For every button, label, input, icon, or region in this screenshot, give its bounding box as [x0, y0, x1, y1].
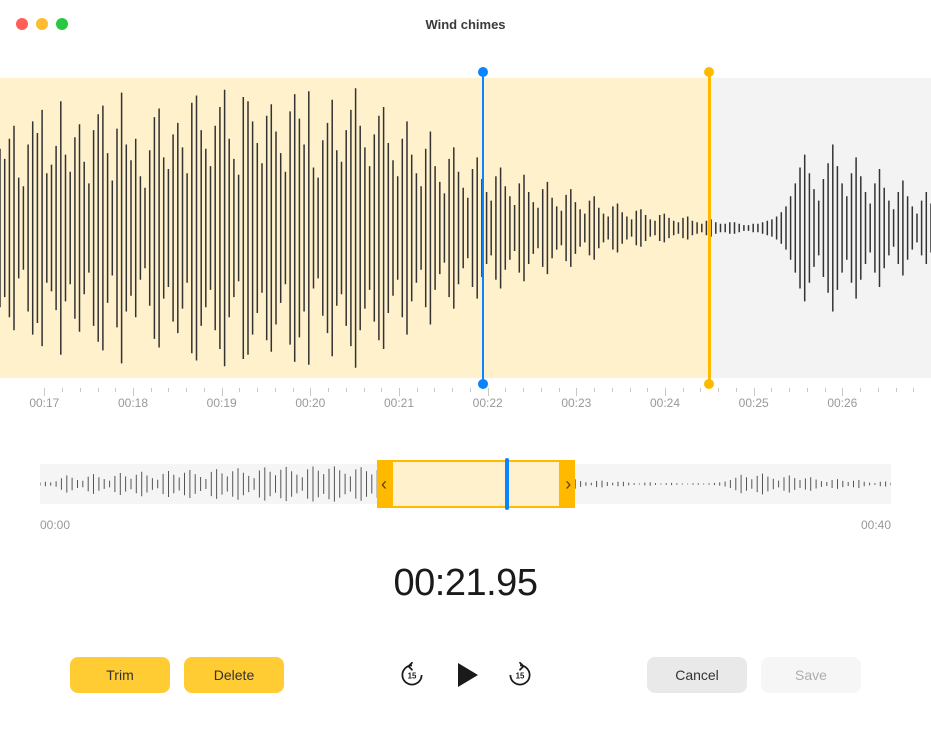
play-icon [448, 657, 484, 693]
ruler-tick [44, 388, 45, 396]
ruler-minor-tick [293, 388, 294, 392]
zoom-window-button[interactable] [56, 18, 68, 30]
ruler-label: 00:22 [473, 396, 503, 410]
trim-end-handle[interactable] [708, 72, 711, 384]
save-button[interactable]: Save [761, 657, 861, 693]
ruler-minor-tick [275, 388, 276, 392]
ruler-minor-tick [257, 388, 258, 392]
waveform-visualization [0, 78, 931, 378]
ruler-minor-tick [825, 388, 826, 392]
cancel-button[interactable]: Cancel [647, 657, 747, 693]
trim-button[interactable]: Trim [70, 657, 170, 693]
svg-text:15: 15 [515, 672, 524, 681]
ruler-tick [665, 388, 666, 396]
ruler-minor-tick [860, 388, 861, 392]
ruler-minor-tick [80, 388, 81, 392]
overview-playhead[interactable] [505, 458, 509, 510]
ruler-minor-tick [204, 388, 205, 392]
ruler-minor-tick [381, 388, 382, 392]
ruler-label: 00:17 [29, 396, 59, 410]
overview-selection-region[interactable] [391, 460, 561, 508]
ruler-minor-tick [434, 388, 435, 392]
overview-trim-start-handle[interactable]: ‹ [377, 460, 391, 508]
ruler-minor-tick [328, 388, 329, 392]
ruler-tick [133, 388, 134, 396]
ruler-label: 00:20 [295, 396, 325, 410]
ruler-minor-tick [630, 388, 631, 392]
ruler-label: 00:24 [650, 396, 680, 410]
ruler-minor-tick [346, 388, 347, 392]
ruler-minor-tick [452, 388, 453, 392]
ruler-label: 00:18 [118, 396, 148, 410]
overview-end-time: 00:40 [861, 518, 891, 532]
overview-time-labels: 00:00 00:40 [40, 518, 891, 532]
ruler-minor-tick [771, 388, 772, 392]
time-ruler: 00:17 00:18 00:19 00:20 00:21 00:22 00:23 00:24… [0, 384, 931, 424]
ruler-minor-tick [98, 388, 99, 392]
ruler-label: 00:19 [207, 396, 237, 410]
ruler-minor-tick [186, 388, 187, 392]
ruler-tick [488, 388, 489, 396]
close-window-button[interactable] [16, 18, 28, 30]
ruler-minor-tick [364, 388, 365, 392]
ruler-minor-tick [700, 388, 701, 392]
skip-back-15-icon: 15 [398, 661, 426, 689]
ruler-minor-tick [559, 388, 560, 392]
window-controls [16, 18, 68, 30]
overview-waveform[interactable]: ‹ › [40, 454, 891, 514]
ruler-minor-tick [505, 388, 506, 392]
ruler-minor-tick [523, 388, 524, 392]
ruler-minor-tick [683, 388, 684, 392]
ruler-tick [754, 388, 755, 396]
ruler-minor-tick [115, 388, 116, 392]
ruler-minor-tick [789, 388, 790, 392]
ruler-minor-tick [913, 388, 914, 392]
ruler-minor-tick [168, 388, 169, 392]
ruler-label: 00:23 [561, 396, 591, 410]
ruler-minor-tick [62, 388, 63, 392]
ruler-minor-tick [718, 388, 719, 392]
ruler-label: 00:25 [739, 396, 769, 410]
titlebar: Wind chimes [0, 0, 931, 48]
skip-forward-15-icon: 15 [506, 661, 534, 689]
ruler-minor-tick [807, 388, 808, 392]
controls-row: Trim Delete 15 15 [0, 655, 931, 695]
delete-button[interactable]: Delete [184, 657, 284, 693]
ruler-label: 00:21 [384, 396, 414, 410]
ruler-minor-tick [878, 388, 879, 392]
main-waveform[interactable] [0, 78, 931, 378]
skip-forward-15-button[interactable]: 15 [500, 655, 540, 695]
minimize-window-button[interactable] [36, 18, 48, 30]
ruler-minor-tick [239, 388, 240, 392]
ruler-label: 00:26 [827, 396, 857, 410]
ruler-minor-tick [594, 388, 595, 392]
ruler-minor-tick [541, 388, 542, 392]
ruler-tick [399, 388, 400, 396]
ruler-minor-tick [647, 388, 648, 392]
app-window: Wind chimes 00:1700:1800:1900:2000:2100:… [0, 0, 931, 745]
ruler-tick [842, 388, 843, 396]
play-button[interactable] [446, 655, 486, 695]
ruler-minor-tick [151, 388, 152, 392]
ruler-minor-tick [896, 388, 897, 392]
ruler-tick [576, 388, 577, 396]
ruler-minor-tick [612, 388, 613, 392]
skip-back-15-button[interactable]: 15 [392, 655, 432, 695]
window-title: Wind chimes [425, 17, 505, 32]
svg-text:15: 15 [407, 672, 416, 681]
ruler-minor-tick [417, 388, 418, 392]
ruler-minor-tick [470, 388, 471, 392]
ruler-tick [310, 388, 311, 396]
current-timecode: 00:21.95 [0, 562, 931, 605]
ruler-tick [222, 388, 223, 396]
playhead[interactable] [482, 72, 484, 384]
overview-trim-end-handle[interactable]: › [561, 460, 575, 508]
overview-start-time: 00:00 [40, 518, 70, 532]
ruler-minor-tick [736, 388, 737, 392]
